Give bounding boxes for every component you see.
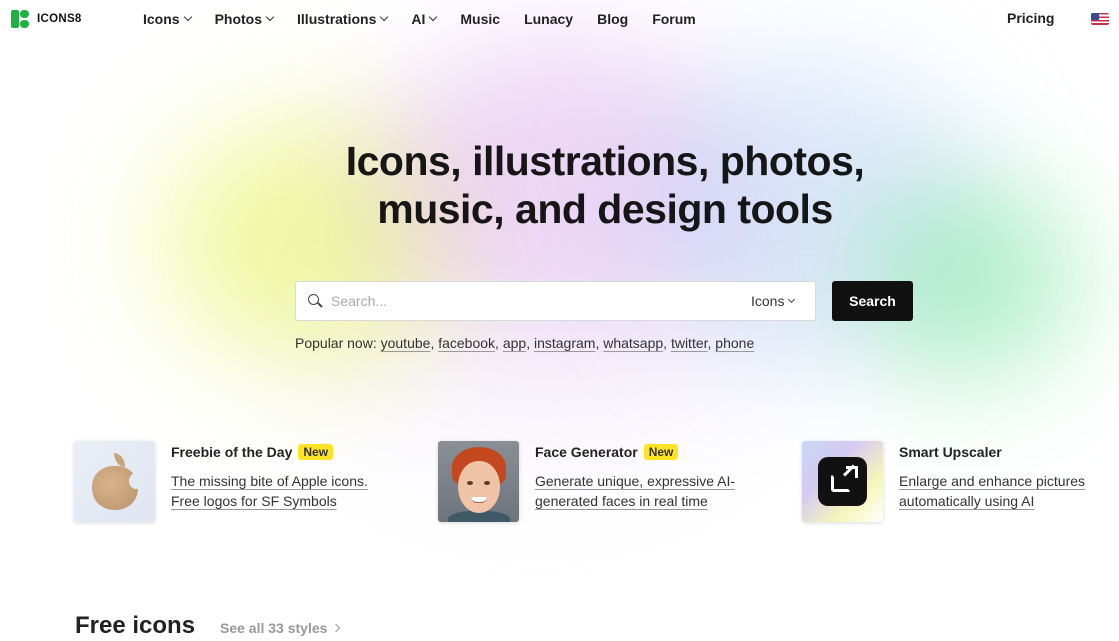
- chevron-down-icon: [265, 12, 275, 22]
- nav-label: Illustrations: [297, 11, 377, 27]
- hero-title: Icons, illustrations, photos, music, and…: [260, 137, 950, 233]
- search-button[interactable]: Search: [832, 281, 913, 321]
- popular-link-phone[interactable]: phone: [715, 335, 754, 351]
- popular-link-whatsapp[interactable]: whatsapp: [603, 335, 663, 351]
- feature-title-text: Smart Upscaler: [899, 444, 1002, 460]
- nav-item-pricing[interactable]: Pricing: [1007, 10, 1054, 26]
- see-all-styles-link[interactable]: See all 33 styles: [220, 620, 341, 636]
- feature-title-text: Face Generator: [535, 444, 638, 460]
- nav-label: AI: [411, 11, 426, 27]
- popular-label: Popular now:: [295, 335, 377, 351]
- top-navigation: ICONS8 Icons Photos Illustrations AI Mus…: [0, 0, 1119, 38]
- chevron-down-icon: [183, 12, 192, 22]
- search-type-label: Icons: [751, 293, 785, 309]
- feature-title-text: Freebie of the Day: [171, 444, 293, 460]
- new-badge: New: [298, 444, 334, 460]
- feature-description-link[interactable]: Generate unique, expressive AI-generated…: [535, 471, 760, 511]
- feature-description-link[interactable]: Enlarge and enhance pictures automatical…: [899, 471, 1114, 511]
- popular-link-facebook[interactable]: facebook: [438, 335, 495, 351]
- apple-logo-thumbnail[interactable]: [74, 441, 155, 522]
- nav-item-photos[interactable]: Photos: [214, 10, 275, 28]
- search-input[interactable]: [331, 290, 731, 312]
- hero-title-line-2: music, and design tools: [377, 186, 833, 232]
- feature-title: Smart Upscaler: [899, 444, 1002, 460]
- nav-item-music[interactable]: Music: [460, 10, 500, 28]
- nav-item-icons[interactable]: Icons: [143, 10, 192, 28]
- search-type-dropdown[interactable]: Icons: [751, 293, 796, 309]
- nav-item-ai[interactable]: AI: [411, 10, 438, 28]
- upscale-thumbnail[interactable]: [802, 441, 883, 522]
- nav-label: Photos: [214, 11, 263, 27]
- popular-searches: Popular now: youtube, facebook, app, ins…: [295, 335, 755, 351]
- chevron-down-icon: [429, 12, 438, 22]
- nav-item-forum[interactable]: Forum: [652, 10, 696, 28]
- main-nav: Icons Photos Illustrations AI Music Luna…: [143, 10, 720, 28]
- section-title-free-icons: Free icons: [75, 612, 196, 639]
- icons8-logo-icon: [11, 10, 29, 28]
- feature-title: Face Generator New: [535, 444, 679, 460]
- search-box: Icons: [295, 281, 816, 321]
- popular-link-app[interactable]: app: [503, 335, 526, 351]
- nav-label: Icons: [143, 11, 180, 27]
- new-badge: New: [643, 444, 679, 460]
- hero-title-line-1: Icons, illustrations, photos,: [345, 138, 865, 184]
- feature-title: Freebie of the Day New: [171, 444, 334, 460]
- popular-link-youtube[interactable]: youtube: [381, 335, 431, 351]
- popular-link-twitter[interactable]: twitter: [671, 335, 708, 351]
- face-photo-thumbnail[interactable]: [438, 441, 519, 522]
- us-flag-icon[interactable]: [1091, 13, 1109, 25]
- nav-item-illustrations[interactable]: Illustrations: [297, 10, 389, 28]
- popular-link-instagram[interactable]: instagram: [534, 335, 595, 351]
- nav-item-lunacy[interactable]: Lunacy: [524, 10, 573, 28]
- feature-description-link[interactable]: The missing bite of Apple icons. Free lo…: [171, 471, 396, 511]
- chevron-down-icon: [788, 295, 796, 303]
- see-all-label: See all 33 styles: [220, 620, 328, 636]
- chevron-down-icon: [380, 12, 389, 22]
- brand-name: ICONS8: [37, 13, 82, 25]
- upscale-icon: [818, 457, 867, 506]
- brand-logo[interactable]: ICONS8: [11, 10, 82, 28]
- nav-item-blog[interactable]: Blog: [597, 10, 628, 28]
- chevron-right-icon: [332, 623, 341, 633]
- search-icon: [308, 294, 319, 305]
